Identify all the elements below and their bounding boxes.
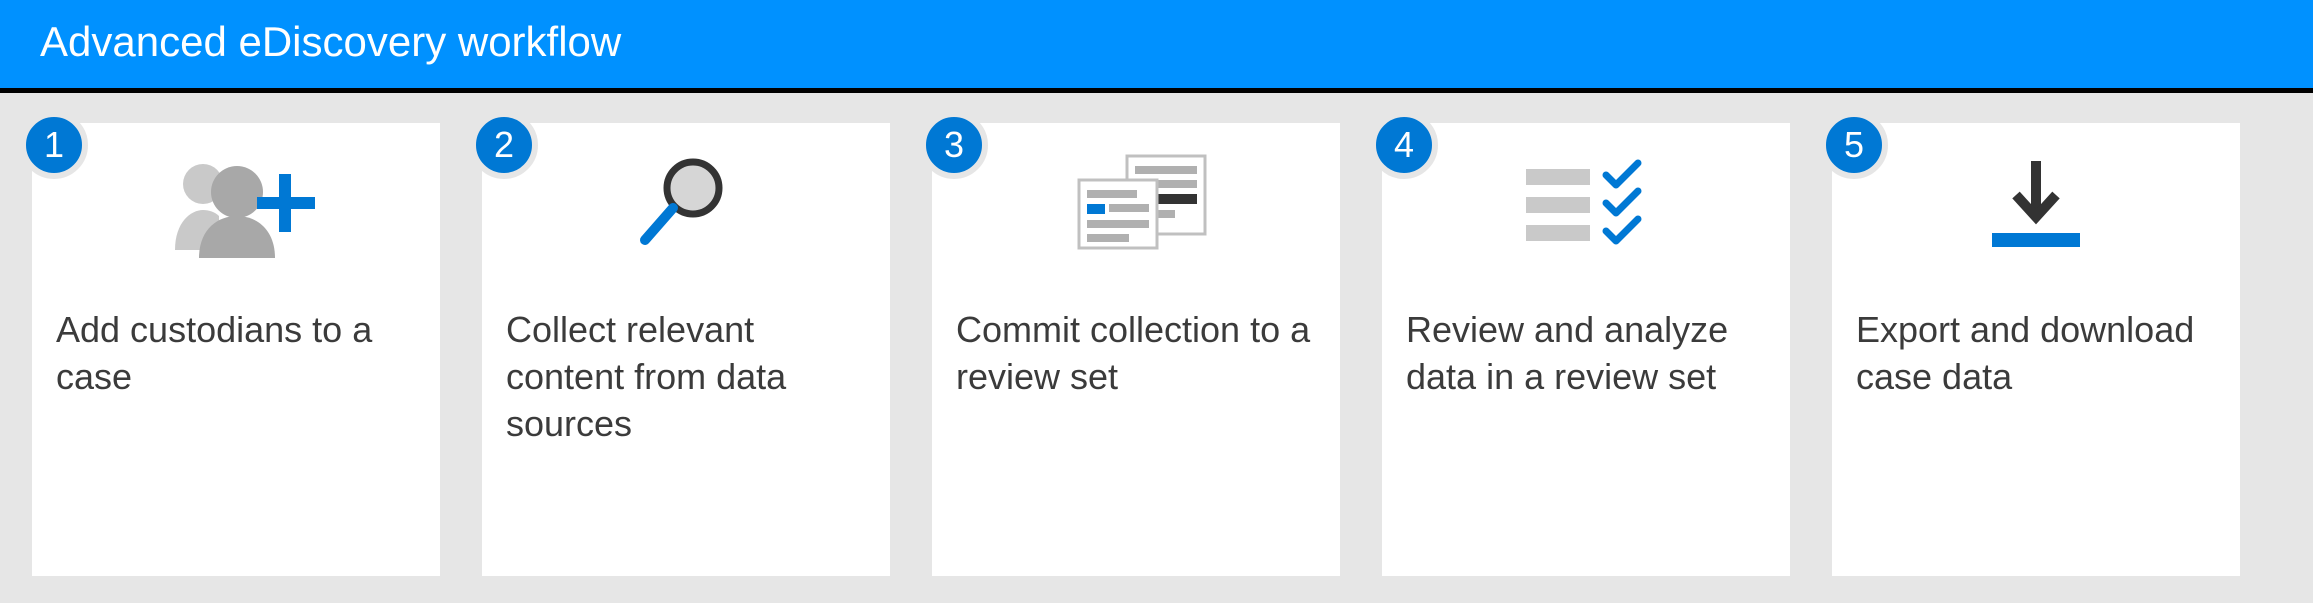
step-number-badge: 1 xyxy=(20,111,88,179)
step-icon-area xyxy=(1856,145,2216,265)
step-number: 2 xyxy=(494,124,514,166)
step-card-5: 5 Export and download case data xyxy=(1832,123,2240,576)
step-label: Collect relevant content from data sourc… xyxy=(506,307,866,447)
step-number-badge: 2 xyxy=(470,111,538,179)
step-card-1: 1 Add custodians to a case xyxy=(32,123,440,576)
step-label: Export and download case data xyxy=(1856,307,2216,401)
step-number-badge: 3 xyxy=(920,111,988,179)
download-icon xyxy=(1976,155,2096,255)
add-user-icon xyxy=(151,150,321,260)
step-label: Review and analyze data in a review set xyxy=(1406,307,1766,401)
step-number: 3 xyxy=(944,124,964,166)
step-label: Commit collection to a review set xyxy=(956,307,1316,401)
search-icon xyxy=(631,150,741,260)
header-bar: Advanced eDiscovery workflow xyxy=(0,0,2313,93)
step-card-4: 4 Review and analyze data in a review se… xyxy=(1382,123,1790,576)
workflow-steps: 1 Add custodians to a case 2 xyxy=(0,93,2313,576)
step-number-badge: 4 xyxy=(1370,111,1438,179)
step-icon-area xyxy=(1406,145,1766,265)
step-icon-area xyxy=(956,145,1316,265)
step-icon-area xyxy=(56,145,416,265)
step-number: 5 xyxy=(1844,124,1864,166)
step-icon-area xyxy=(506,145,866,265)
step-number-badge: 5 xyxy=(1820,111,1888,179)
page-title: Advanced eDiscovery workflow xyxy=(40,18,621,65)
step-card-3: 3 Commit collection to a review set xyxy=(932,123,1340,576)
step-number: 1 xyxy=(44,124,64,166)
step-number: 4 xyxy=(1394,124,1414,166)
step-label: Add custodians to a case xyxy=(56,307,416,401)
documents-icon xyxy=(1061,150,1211,260)
step-card-2: 2 Collect relevant content from data sou… xyxy=(482,123,890,576)
checklist-icon xyxy=(1516,155,1656,255)
